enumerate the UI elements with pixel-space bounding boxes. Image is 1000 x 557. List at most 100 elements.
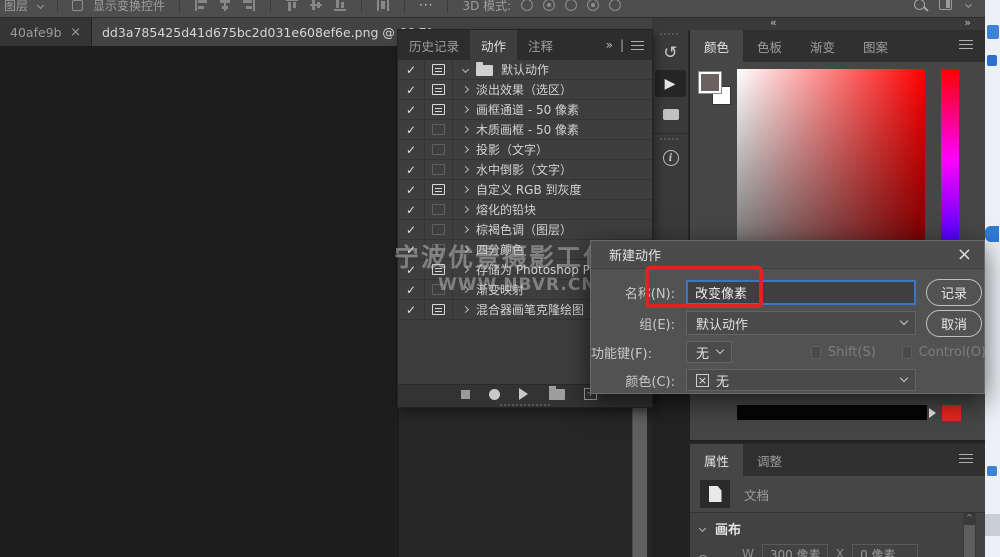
tab-history[interactable]: 历史记录 xyxy=(398,30,470,60)
new-set-folder-icon[interactable] xyxy=(549,389,565,400)
dialog-toggle-cell[interactable] xyxy=(425,120,453,139)
distribute-icon[interactable] xyxy=(376,0,390,12)
search-icon[interactable] xyxy=(914,0,925,10)
expand-chevron-icon[interactable] xyxy=(462,86,469,93)
panel-resize-gripper[interactable] xyxy=(398,403,652,407)
stop-icon[interactable] xyxy=(461,390,470,399)
align-bottom-icon[interactable] xyxy=(333,0,347,12)
dialog-toggle-cell[interactable] xyxy=(425,160,453,179)
dialog-toggle-cell[interactable] xyxy=(425,80,453,99)
gripper[interactable] xyxy=(660,138,680,140)
action-row[interactable]: ✓ 画框通道 - 50 像素 xyxy=(398,100,652,120)
expand-chevron-icon[interactable] xyxy=(462,166,469,173)
expand-chevron-icon[interactable] xyxy=(462,186,469,193)
tab-actions[interactable]: 动作 xyxy=(470,30,517,60)
include-checkmark-icon[interactable]: ✓ xyxy=(398,120,425,139)
expand-icon[interactable]: » xyxy=(606,38,613,52)
width-field[interactable]: 300 像素 xyxy=(762,544,828,557)
action-row-content[interactable]: 木质画框 - 50 像素 xyxy=(453,120,652,139)
dialog-toggle-cell[interactable] xyxy=(425,280,453,299)
expand-chevron-icon[interactable] xyxy=(462,146,469,153)
chevron-down-icon[interactable] xyxy=(965,0,972,7)
align-middle-icon[interactable] xyxy=(309,0,323,12)
expand-chevron-icon[interactable] xyxy=(462,126,469,133)
include-checkmark-icon[interactable]: ✓ xyxy=(398,160,425,179)
properties-scrollbar[interactable]: ^ xyxy=(963,513,976,557)
chevron-down-icon[interactable] xyxy=(699,525,706,532)
action-row-content[interactable]: 投影（文字） xyxy=(453,140,652,159)
include-checkmark-icon[interactable]: ✓ xyxy=(398,200,425,219)
document-tab-inactive[interactable]: 40afe9bf.png × xyxy=(0,18,92,46)
action-row-content[interactable]: 自定义 RGB 到灰度 xyxy=(453,180,652,199)
tab-adjustments[interactable]: 调整 xyxy=(743,444,796,476)
expand-chevron-icon[interactable] xyxy=(462,266,469,273)
align-right-icon[interactable] xyxy=(242,0,256,12)
workspace-icon[interactable] xyxy=(939,0,952,10)
action-row[interactable]: ✓ 投影（文字） xyxy=(398,140,652,160)
notes-panel-icon[interactable] xyxy=(652,99,689,129)
tab-patterns[interactable]: 图案 xyxy=(849,30,902,62)
3d-scale-icon[interactable] xyxy=(609,0,621,11)
dialog-toggle-cell[interactable] xyxy=(425,200,453,219)
3d-slide-icon[interactable] xyxy=(587,0,599,11)
expand-panels-icon[interactable]: » xyxy=(964,16,971,29)
include-checkmark-icon[interactable]: ✓ xyxy=(398,260,425,279)
current-color-swatch[interactable] xyxy=(942,405,961,421)
foreground-color-swatch[interactable] xyxy=(699,72,721,93)
action-row-content[interactable]: 水中倒影（文字） xyxy=(453,160,652,179)
action-row[interactable]: ✓ 水中倒影（文字） xyxy=(398,160,652,180)
gripper[interactable] xyxy=(660,33,680,35)
info-panel-icon[interactable]: i xyxy=(652,143,689,173)
history-panel-icon[interactable]: ↺ xyxy=(652,38,689,68)
action-row[interactable]: ✓ 淡出效果（选区） xyxy=(398,80,652,100)
expand-chevron-icon[interactable] xyxy=(462,106,469,113)
include-checkmark-icon[interactable]: ✓ xyxy=(398,220,425,239)
include-checkmark-icon[interactable]: ✓ xyxy=(398,180,425,199)
collapse-chevron-icon[interactable] xyxy=(462,66,469,73)
dialog-toggle-cell[interactable] xyxy=(425,140,453,159)
include-checkmark-icon[interactable]: ✓ xyxy=(398,60,425,79)
expand-chevron-icon[interactable] xyxy=(462,226,469,233)
ramp-pointer-icon[interactable] xyxy=(929,408,941,418)
action-row[interactable]: ✓ 熔化的铅块 xyxy=(398,200,652,220)
name-input[interactable]: 改变像素 xyxy=(686,280,916,305)
scrollbar-thumb[interactable] xyxy=(964,525,975,557)
align-left-icon[interactable] xyxy=(194,0,208,12)
action-row-content[interactable]: 淡出效果（选区） xyxy=(453,80,652,99)
show-transform-checkbox[interactable] xyxy=(72,0,83,11)
panel-menu-icon[interactable] xyxy=(959,44,973,45)
panel-menu-icon[interactable] xyxy=(631,45,644,46)
color-dropdown[interactable]: × 无 xyxy=(686,369,916,391)
dialog-toggle-cell[interactable] xyxy=(425,300,453,319)
close-icon[interactable]: × xyxy=(70,25,81,40)
align-top-icon[interactable] xyxy=(285,0,299,12)
action-row[interactable]: ✓ 木质画框 - 50 像素 xyxy=(398,120,652,140)
more-options-button[interactable]: ··· xyxy=(419,0,433,12)
dialog-toggle-cell[interactable] xyxy=(425,260,453,279)
action-row-content[interactable]: 棕褐色调（图层） xyxy=(453,220,652,239)
dialog-toggle-cell[interactable] xyxy=(425,100,453,119)
panel-menu-icon[interactable] xyxy=(959,458,973,459)
tab-notes[interactable]: 注释 xyxy=(517,30,564,60)
include-checkmark-icon[interactable]: ✓ xyxy=(398,300,425,319)
action-row[interactable]: ✓ 默认动作 xyxy=(398,60,652,80)
tab-color[interactable]: 颜色 xyxy=(690,30,743,62)
function-key-dropdown[interactable]: 无 xyxy=(686,341,732,363)
action-row-content[interactable]: 熔化的铅块 xyxy=(453,200,652,219)
set-dropdown[interactable]: 默认动作 xyxy=(686,311,916,335)
include-checkmark-icon[interactable]: ✓ xyxy=(398,80,425,99)
expand-chevron-icon[interactable] xyxy=(462,206,469,213)
dialog-title-bar[interactable]: 新建动作 × xyxy=(591,241,984,269)
action-row[interactable]: ✓ 自定义 RGB 到灰度 xyxy=(398,180,652,200)
collapse-panels-icon[interactable]: « xyxy=(770,16,777,29)
actions-panel-icon[interactable]: ▶ xyxy=(655,70,686,97)
action-row[interactable]: ✓ 棕褐色调（图层） xyxy=(398,220,652,240)
action-row-content[interactable]: 画框通道 - 50 像素 xyxy=(453,100,652,119)
cancel-button[interactable]: 取消 xyxy=(926,310,982,337)
tab-gradients[interactable]: 渐变 xyxy=(796,30,849,62)
action-row-content[interactable]: 默认动作 xyxy=(453,60,652,79)
include-checkmark-icon[interactable]: ✓ xyxy=(398,100,425,119)
3d-drag-icon[interactable] xyxy=(565,0,577,11)
dialog-toggle-cell[interactable] xyxy=(425,60,453,79)
shift-checkbox[interactable] xyxy=(811,346,821,359)
